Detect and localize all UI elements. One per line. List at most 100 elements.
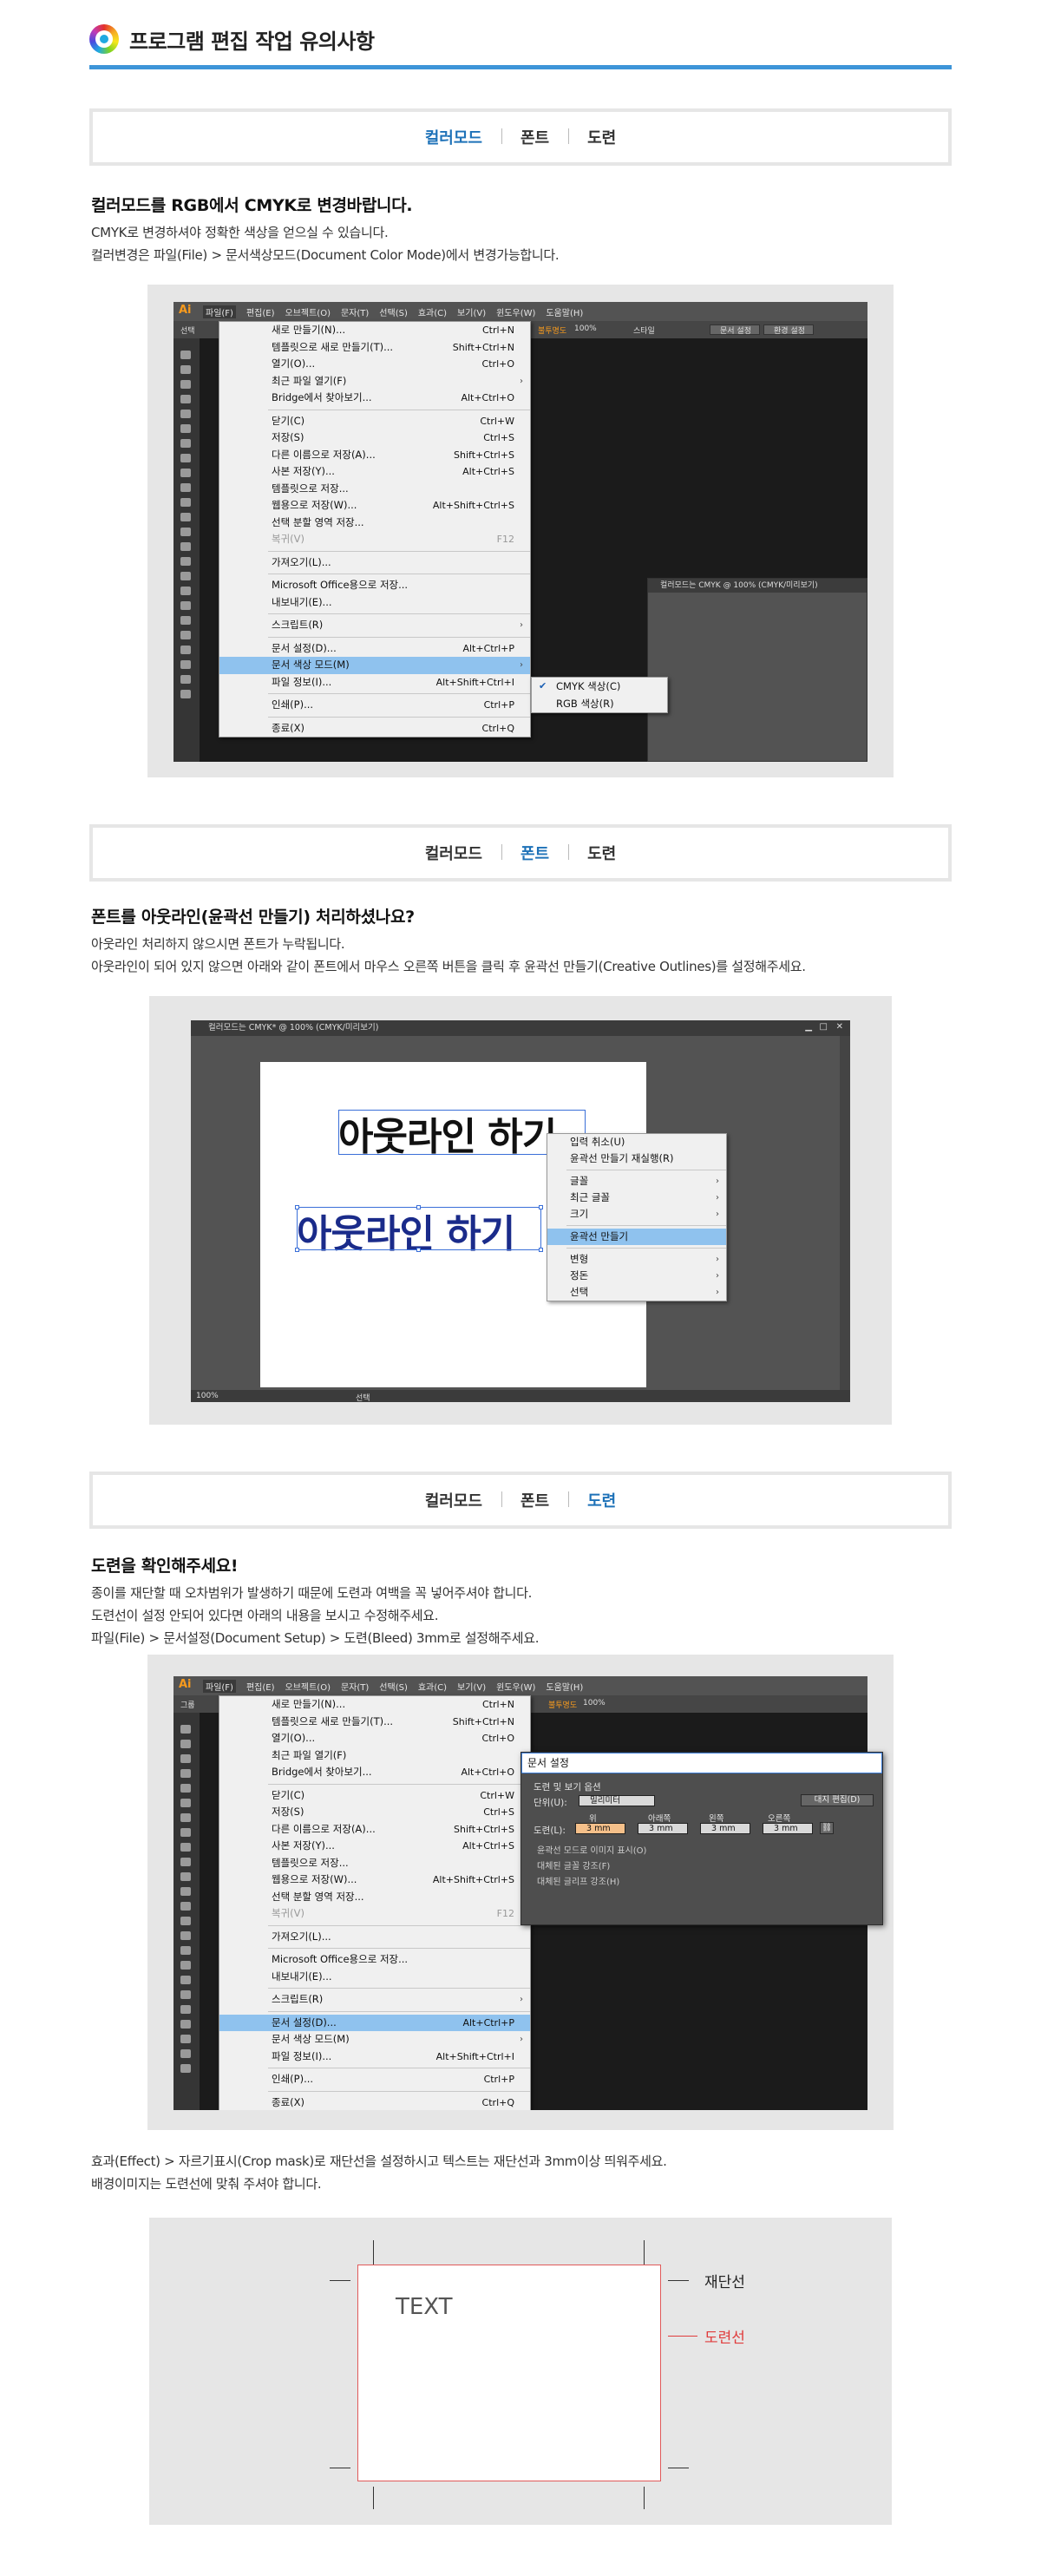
tool-icon[interactable] <box>180 1828 191 1837</box>
ctrl-zoom-field[interactable]: 100% <box>583 1699 606 1708</box>
tool-icon[interactable] <box>180 365 191 374</box>
file-menu-item[interactable]: 저장(S) Ctrl+S <box>219 1804 530 1821</box>
minimize-icon[interactable]: ▁ <box>805 1022 812 1032</box>
selection-handle[interactable] <box>295 1205 299 1209</box>
tool-icon[interactable] <box>180 454 191 462</box>
tab-bleed[interactable]: 도련 <box>568 842 635 864</box>
selection-handle[interactable] <box>539 1205 543 1209</box>
tool-icon[interactable] <box>180 1872 191 1881</box>
tool-icon[interactable] <box>180 1961 191 1970</box>
tool-icon[interactable] <box>180 1990 191 1999</box>
tool-icon[interactable] <box>180 1902 191 1911</box>
context-menu-item[interactable]: 최근 글꼴 › <box>547 1190 726 1206</box>
menu-help[interactable]: 도움말(H) <box>546 1680 583 1693</box>
tool-icon[interactable] <box>180 1813 191 1822</box>
file-menu-item[interactable]: Microsoft Office용으로 저장... <box>219 1951 530 1969</box>
file-menu-item[interactable]: Microsoft Office용으로 저장... <box>219 577 530 594</box>
link-chain-icon[interactable]: ⛓ <box>820 1822 834 1834</box>
file-menu-item[interactable]: 문서 색상 모드(M) › <box>219 2031 530 2048</box>
file-menu-item[interactable]: 새로 만들기(N)... Ctrl+N <box>219 322 530 339</box>
file-menu-item[interactable]: 선택 분할 영역 저장... <box>219 1889 530 1906</box>
tool-icon[interactable] <box>180 1946 191 1955</box>
file-menu-item[interactable]: 인쇄(P)... Ctrl+P <box>219 697 530 714</box>
tool-icon[interactable] <box>180 1725 191 1734</box>
tool-icon[interactable] <box>180 410 191 418</box>
tool-icon[interactable] <box>180 469 191 477</box>
maximize-icon[interactable]: □ <box>820 1022 828 1032</box>
close-icon[interactable]: ✕ <box>836 1022 843 1032</box>
file-menu-item[interactable]: 저장(S) Ctrl+S <box>219 429 530 447</box>
context-menu-item[interactable]: 글꼴 › <box>547 1173 726 1190</box>
tool-icon[interactable] <box>180 557 191 566</box>
bleed-right-field[interactable]: 3 mm <box>763 1823 813 1834</box>
file-menu-item[interactable]: 템플릿으로 저장... <box>219 1855 530 1872</box>
file-menu-item[interactable]: 다른 이름으로 저장(A)... Shift+Ctrl+S <box>219 447 530 464</box>
file-menu-item[interactable]: 웹용으로 저장(W)... Alt+Shift+Ctrl+S <box>219 497 530 515</box>
file-menu-item[interactable]: 스크립트(R) › <box>219 1991 530 2009</box>
tool-icon[interactable] <box>180 2020 191 2029</box>
file-menu-item[interactable]: 파일 정보(I)... Alt+Shift+Ctrl+I <box>219 674 530 692</box>
menu-type[interactable]: 문자(T) <box>341 305 369 318</box>
file-menu-item[interactable]: 웹용으로 저장(W)... Alt+Shift+Ctrl+S <box>219 1871 530 1889</box>
file-menu-item[interactable]: 닫기(C) Ctrl+W <box>219 1787 530 1805</box>
vertical-scrollbar[interactable] <box>840 1036 850 1390</box>
menu-select[interactable]: 선택(S) <box>379 305 408 318</box>
file-menu-item[interactable]: Bridge에서 찾아보기... Alt+Ctrl+O <box>219 390 530 407</box>
menu-effect[interactable]: 효과(C) <box>418 305 447 318</box>
file-menu-item[interactable]: 파일 정보(I)... Alt+Shift+Ctrl+I <box>219 2048 530 2066</box>
check-highlight-fonts[interactable]: 대체된 글꼴 강조(F) <box>537 1858 610 1871</box>
tab-color-mode[interactable]: 컬러모드 <box>406 126 501 148</box>
menu-view[interactable]: 보기(V) <box>457 1680 486 1693</box>
tool-icon[interactable] <box>180 601 191 610</box>
tool-icon[interactable] <box>180 2035 191 2043</box>
context-menu-item[interactable]: 변형 › <box>547 1251 726 1268</box>
tool-icon[interactable] <box>180 2064 191 2073</box>
file-menu-item[interactable]: 템플릿으로 새로 만들기(T)... Shift+Ctrl+N <box>219 1714 530 1731</box>
edit-artboards-button[interactable]: 대지 편집(D) <box>801 1794 874 1806</box>
tool-icon[interactable] <box>180 631 191 639</box>
file-menu-item[interactable]: 사본 저장(Y)... Alt+Ctrl+S <box>219 1838 530 1855</box>
context-menu-item[interactable]: 선택 › <box>547 1284 726 1301</box>
file-menu-item[interactable]: 문서 설정(D)... Alt+Ctrl+P <box>219 2014 530 2031</box>
tool-icon[interactable] <box>180 1931 191 1940</box>
file-menu-item[interactable]: Bridge에서 찾아보기... Alt+Ctrl+O <box>219 1764 530 1781</box>
tool-icon[interactable] <box>180 528 191 536</box>
tab-color-mode[interactable]: 컬러모드 <box>406 842 501 864</box>
menu-window[interactable]: 윈도우(W) <box>496 305 535 318</box>
check-outline-images[interactable]: 윤곽선 모드로 이미지 표시(O) <box>537 1843 646 1856</box>
file-menu-item[interactable]: 사본 저장(Y)... Alt+Ctrl+S <box>219 463 530 481</box>
tab-color-mode[interactable]: 컬러모드 <box>406 1489 501 1511</box>
context-menu-item[interactable]: 정돈 › <box>547 1268 726 1284</box>
menu-help[interactable]: 도움말(H) <box>546 305 583 318</box>
menu-object[interactable]: 오브젝트(O) <box>285 305 331 318</box>
menu-object[interactable]: 오브젝트(O) <box>285 1680 331 1693</box>
file-menu-item[interactable]: 선택 분할 영역 저장... <box>219 515 530 532</box>
tool-icon[interactable] <box>180 380 191 389</box>
file-menu-item[interactable]: 내보내기(E)... <box>219 594 530 612</box>
context-menu-item[interactable]: 입력 취소(U) <box>547 1134 726 1150</box>
selection-handle[interactable] <box>416 1205 421 1209</box>
file-menu-item[interactable]: 문서 색상 모드(M) › <box>219 657 530 674</box>
file-menu-item[interactable]: 복귀(V) F12 <box>219 531 530 548</box>
file-menu-item[interactable]: 최근 파일 열기(F)› <box>219 1747 530 1765</box>
tool-icon[interactable] <box>180 424 191 433</box>
file-menu-item[interactable]: 스크립트(R) › <box>219 617 530 634</box>
tool-icon[interactable] <box>180 1754 191 1763</box>
tool-icon[interactable] <box>180 1784 191 1793</box>
menu-file[interactable]: 파일(F) <box>203 1680 236 1693</box>
menu-file[interactable]: 파일(F) <box>203 305 236 318</box>
menu-window[interactable]: 윈도우(W) <box>496 1680 535 1693</box>
tool-icon[interactable] <box>180 1976 191 1984</box>
tab-bleed[interactable]: 도련 <box>568 126 635 148</box>
file-menu-item[interactable]: 열기(O)... Ctrl+O <box>219 356 530 373</box>
tab-font[interactable]: 폰트 <box>501 1489 568 1511</box>
tab-font[interactable]: 폰트 <box>501 126 568 148</box>
tool-icon[interactable] <box>180 690 191 698</box>
file-menu-item[interactable]: 복귀(V) F12 <box>219 1905 530 1923</box>
tool-icon[interactable] <box>180 646 191 654</box>
selection-handle[interactable] <box>416 1248 421 1252</box>
tool-icon[interactable] <box>180 483 191 492</box>
check-highlight-glyphs[interactable]: 대체된 글리프 강조(H) <box>537 1874 619 1887</box>
tab-font[interactable]: 폰트 <box>501 842 568 864</box>
file-menu-item[interactable]: 열기(O)... Ctrl+O <box>219 1730 530 1747</box>
